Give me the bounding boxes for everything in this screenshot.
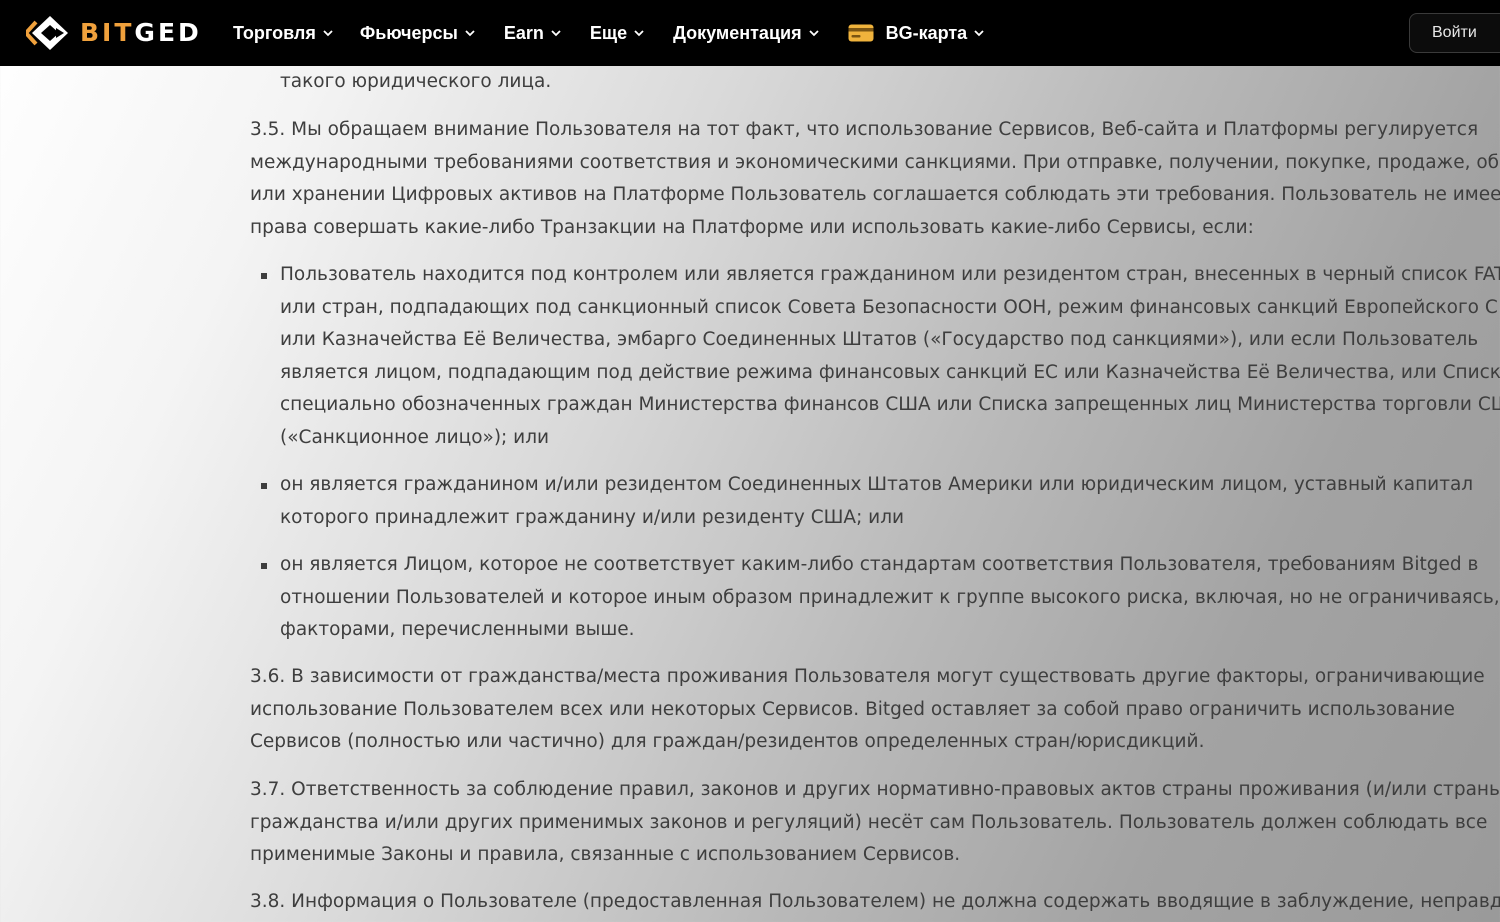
- nav-item-documentation[interactable]: Документация: [673, 22, 819, 44]
- paragraph-3-8: 3.8. Информация о Пользователе (предоста…: [250, 886, 1500, 919]
- list-item-text: Пользователь находится под контролем или…: [280, 259, 1500, 454]
- text-line: 3.7. Ответственность за соблюдение прави…: [250, 779, 1500, 800]
- paragraph-3-7: 3.7. Ответственность за соблюдение прави…: [250, 774, 1500, 872]
- text-line: такого юридического лица.: [280, 71, 552, 92]
- nav-item-trading[interactable]: Торговля: [233, 23, 333, 44]
- text-line: Сервисов (полностью или частично) для гр…: [250, 731, 1205, 752]
- chevron-down-icon: [465, 29, 475, 36]
- text-line: специально обозначенных граждан Министер…: [280, 394, 1500, 415]
- text-line: права совершать какие-либо Транзакции на…: [250, 216, 1254, 238]
- text-line: 3.8. Информация о Пользователе (предоста…: [250, 891, 1500, 912]
- nav-item-more[interactable]: Еще: [590, 23, 644, 44]
- text-line: («Санкционное лицо»); или: [280, 426, 550, 448]
- chevron-down-icon: [808, 29, 819, 36]
- text-line: применимые Законы и правила, связанные с…: [250, 844, 961, 865]
- text-line: Пользователь находится под контролем или…: [280, 264, 1500, 285]
- text-line: он является гражданином и/или резидентом…: [280, 474, 1474, 495]
- main-nav: Торговля Фьючерсы Earn Еще Документация …: [233, 0, 984, 66]
- chevron-down-icon: [634, 29, 644, 36]
- nav-item-label: Торговля: [233, 22, 316, 43]
- text-line: международными требованиями соответствия…: [250, 151, 1500, 173]
- text-line: которого принадлежит гражданину и/или ре…: [280, 506, 905, 528]
- text-line: является лицом, подпадающим под действие…: [280, 361, 1500, 383]
- nav-item-earn[interactable]: Earn: [504, 23, 561, 44]
- bullet-marker: [261, 483, 267, 489]
- text-line: 3.6. В зависимости от гражданства/места …: [250, 666, 1485, 687]
- text-line: или хранении Цифровых активов на Платфор…: [250, 184, 1500, 205]
- bullet-marker: [261, 273, 267, 279]
- credit-card-icon: [848, 24, 874, 42]
- paragraph-previous-tail: такого юридического лица.: [280, 66, 551, 99]
- text-line: использование Пользователем всех или нек…: [250, 698, 1455, 720]
- bullet-marker: [261, 563, 267, 569]
- chevron-down-icon: [323, 29, 333, 36]
- chevron-down-icon: [974, 29, 984, 36]
- list-item-text: он является Лицом, которое не соответств…: [280, 549, 1500, 647]
- bitged-logo[interactable]: BITGED: [26, 14, 202, 52]
- terms-document: такого юридического лица. 3.5. Мы обраща…: [250, 66, 1500, 922]
- list-item-text: он является гражданином и/или резидентом…: [280, 469, 1473, 534]
- login-button[interactable]: Войти: [1409, 13, 1500, 53]
- text-line: он является Лицом, которое не соответств…: [280, 554, 1479, 575]
- nav-item-label: Фьючерсы: [359, 22, 458, 43]
- text-line: или Казначейства Её Величества, эмбарго …: [280, 329, 1479, 350]
- nav-item-label: Документация: [673, 22, 802, 43]
- logo-text-bit: BIT: [80, 18, 135, 47]
- text-line: факторами, перечисленными выше.: [280, 619, 635, 640]
- nav-item-bg-card[interactable]: BG-карта: [848, 23, 985, 44]
- nav-item-label: Еще: [589, 22, 628, 43]
- text-line: гражданства и/или других применимых зако…: [250, 811, 1488, 833]
- logo-wordmark: BITGED: [80, 14, 202, 52]
- paragraph-3-5: 3.5. Мы обращаем внимание Пользователя н…: [250, 114, 1500, 244]
- logo-text-ged: GED: [134, 18, 202, 47]
- chevron-down-icon: [551, 29, 561, 36]
- text-line: отношении Пользователей и которое иным о…: [280, 586, 1500, 608]
- nav-item-futures[interactable]: Фьючерсы: [360, 23, 475, 44]
- top-navigation-bar: BITGED Торговля Фьючерсы Earn Еще Докуме…: [0, 0, 1500, 66]
- text-line: или стран, подпадающих под санкционный с…: [280, 296, 1498, 318]
- nav-item-label: BG-карта: [885, 22, 968, 43]
- nav-item-label: Earn: [503, 22, 544, 43]
- text-line: 3.5. Мы обращаем внимание Пользователя н…: [250, 119, 1479, 140]
- logo-mark-icon: [26, 16, 68, 50]
- paragraph-3-6: 3.6. В зависимости от гражданства/места …: [250, 661, 1485, 759]
